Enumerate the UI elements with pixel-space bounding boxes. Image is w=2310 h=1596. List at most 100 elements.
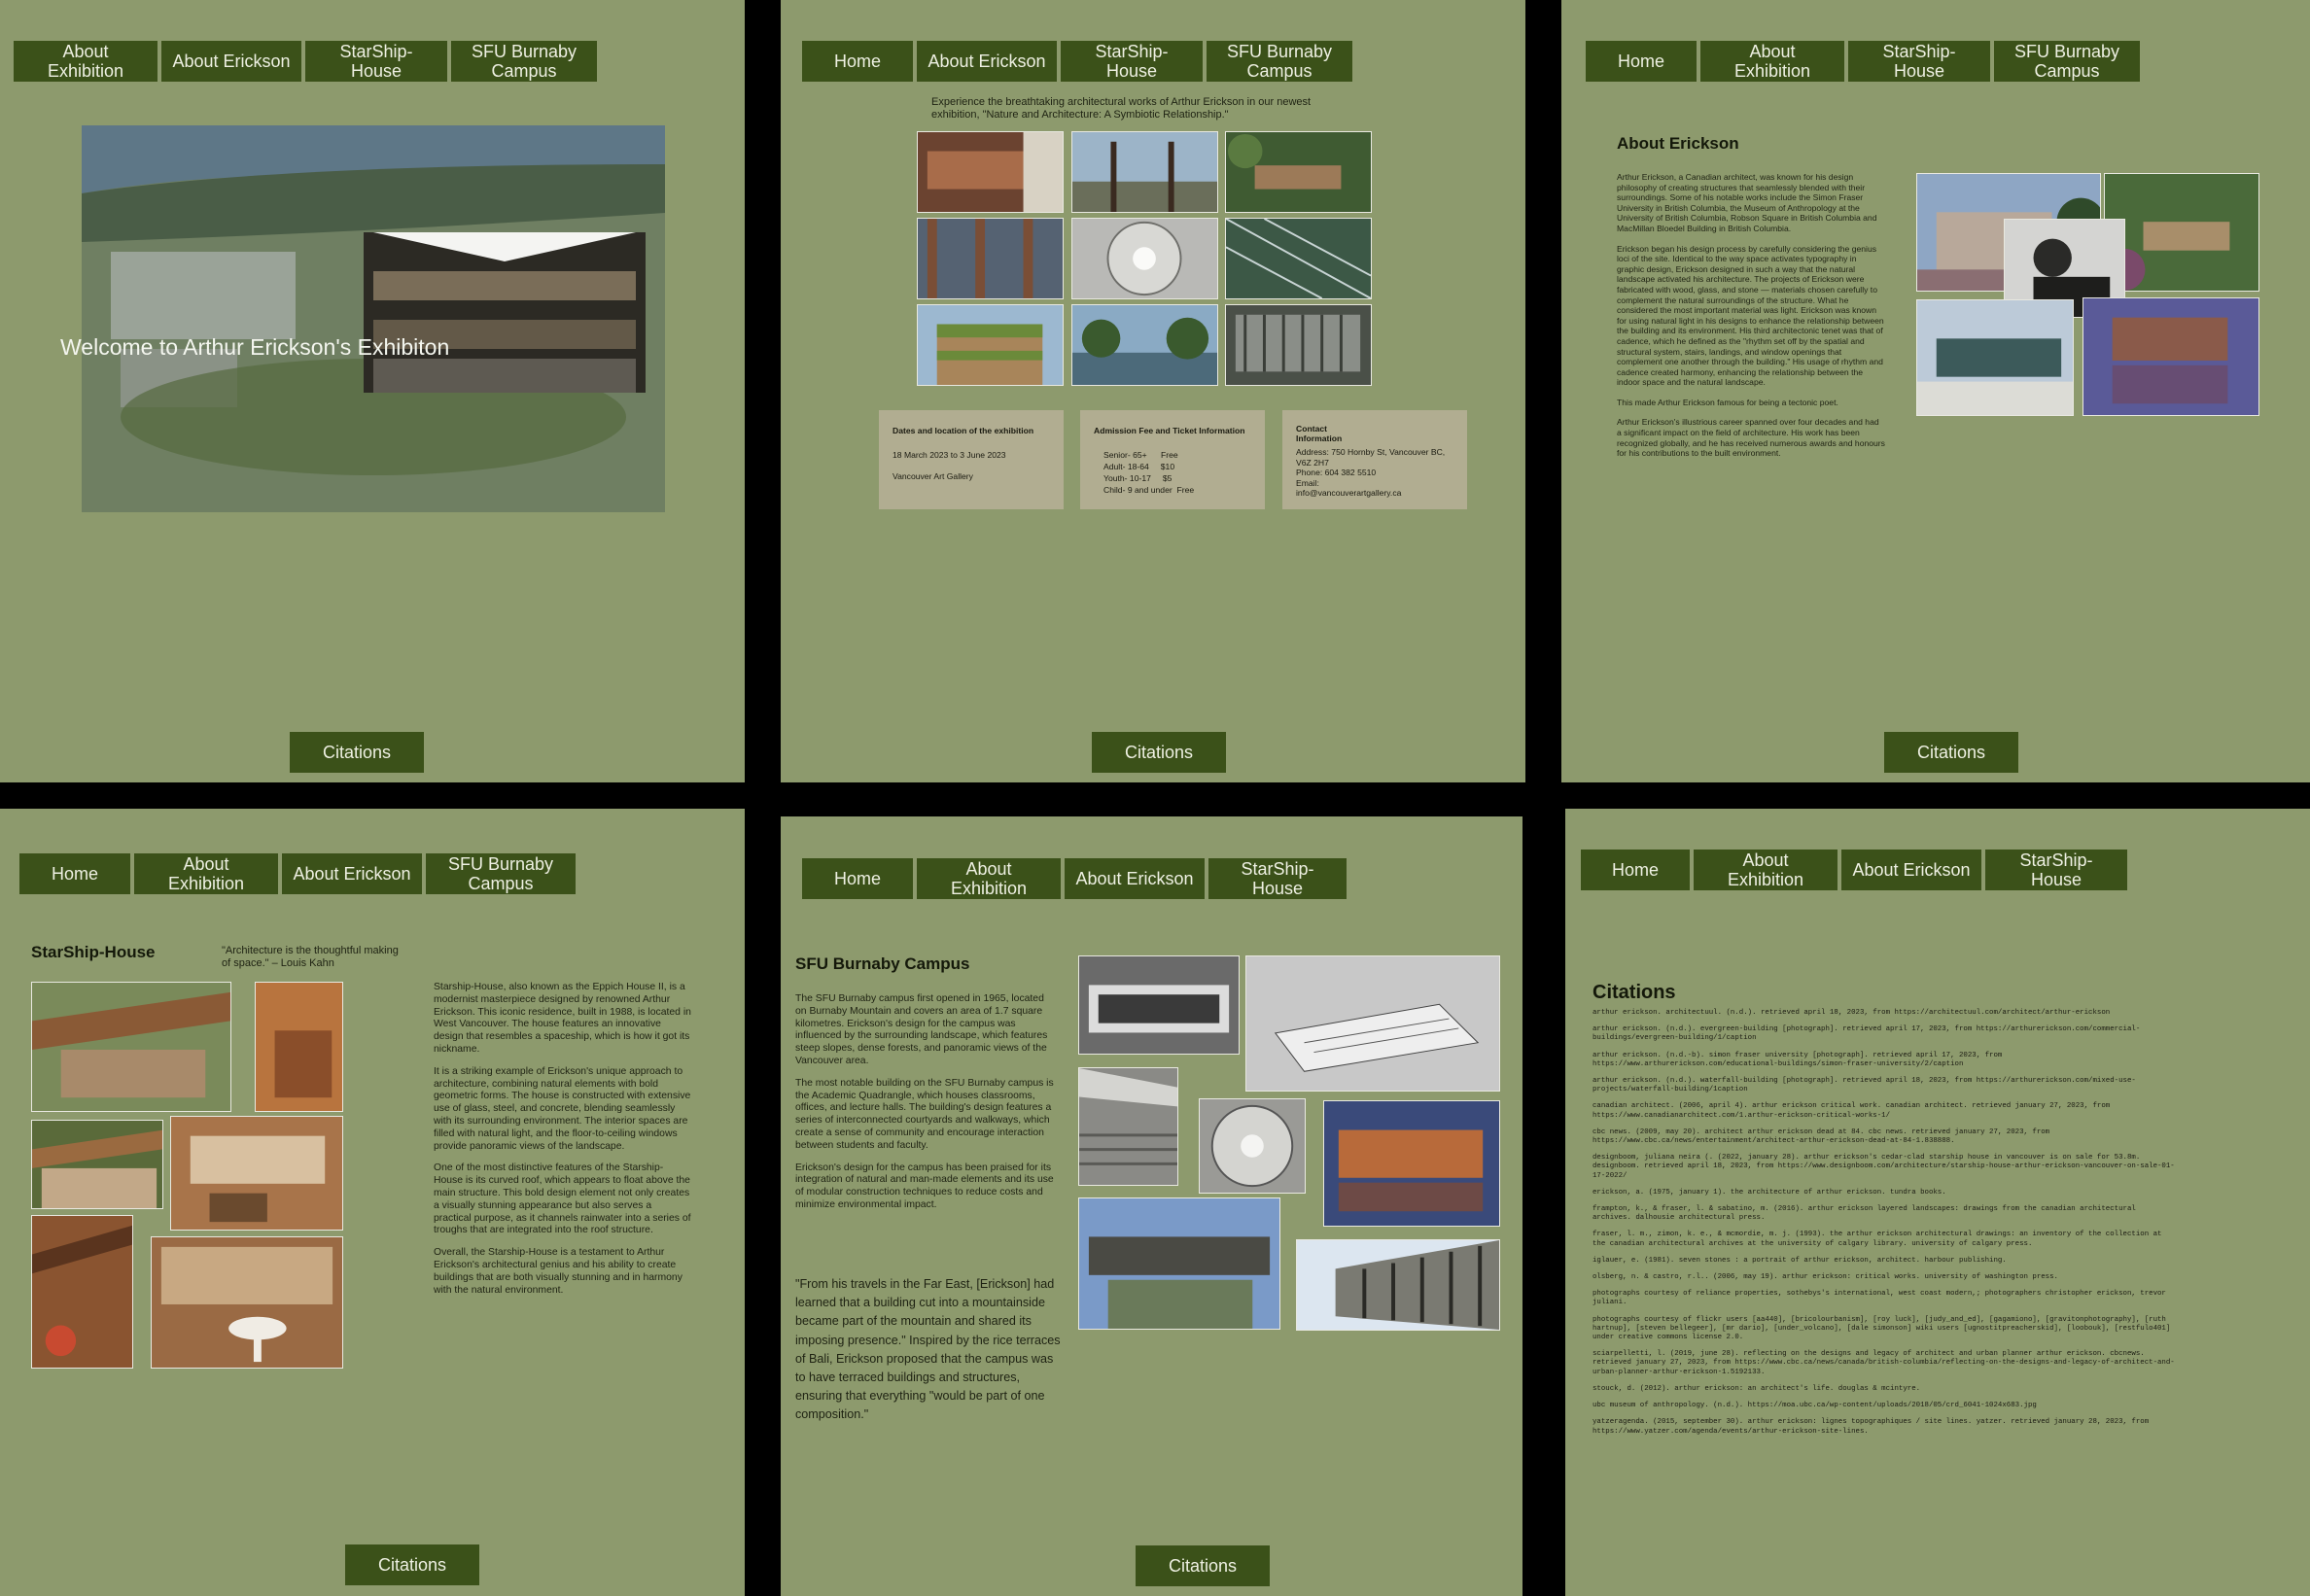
gallery-photo xyxy=(1225,131,1372,213)
home-page: About Exhibition About Erickson StarShip… xyxy=(0,0,745,782)
paragraph: The most notable building on the SFU Bur… xyxy=(795,1077,1054,1151)
exhibition-intro: Experience the breathtaking architectura… xyxy=(931,96,1379,121)
citation-entry: olsberg, n. & castro, r.l.. (2006, may 1… xyxy=(1592,1273,2058,1282)
paragraph: Arthur Erickson's illustrious career spa… xyxy=(1617,417,1885,459)
section-title: StarShip-House xyxy=(31,943,156,961)
campus-photo xyxy=(1078,955,1240,1055)
citation-entry: sciarpelletti, l. (2019, june 28). refle… xyxy=(1592,1350,2175,1376)
citation-entry: stouck, d. (2012). arthur erickson: an a… xyxy=(1592,1384,1921,1393)
house-photo xyxy=(151,1236,343,1369)
nav-about-exhibition[interactable]: About Exhibition xyxy=(917,858,1061,899)
nav-starship-house[interactable]: StarShip-House xyxy=(1985,850,2127,890)
kahn-quote: "Architecture is the thoughtful making o… xyxy=(222,945,399,969)
box-title: Admission Fee and Ticket Information xyxy=(1094,426,1245,435)
campus-photo xyxy=(1296,1239,1500,1331)
citations-nav: Home About Exhibition About Erickson Sta… xyxy=(1581,850,2127,890)
house-photo xyxy=(255,982,343,1112)
box-line: Senior- 65+ Free xyxy=(1103,450,1178,460)
welcome-heading: Welcome to Arthur Erickson's Exhibiton xyxy=(60,334,450,360)
citation-entry: arthur erickson. (n.d.). waterfall-build… xyxy=(1592,1077,2136,1094)
paragraph: Arthur Erickson, a Canadian architect, w… xyxy=(1617,172,1877,233)
nav-about-exhibition[interactable]: About Exhibition xyxy=(1700,41,1844,82)
paragraph: Erickson began his design process by car… xyxy=(1617,243,1884,388)
campus-photo xyxy=(1245,955,1500,1092)
nav-about-erickson[interactable]: About Erickson xyxy=(282,853,422,894)
box-line: info@vancouverartgallery.ca xyxy=(1296,488,1402,498)
box-line: Child- 9 and under Free xyxy=(1103,485,1195,495)
paragraph: The SFU Burnaby campus first opened in 1… xyxy=(795,993,1048,1066)
citation-entry: frampton, k., & fraser, l. & sabatino, m… xyxy=(1592,1205,2136,1223)
campus-photo xyxy=(1078,1067,1178,1186)
nav-about-erickson[interactable]: About Erickson xyxy=(1065,858,1205,899)
gallery-photo xyxy=(1071,304,1218,386)
box-line: Youth- 10-17 $5 xyxy=(1103,473,1172,483)
citations-page: Home About Exhibition About Erickson Sta… xyxy=(1565,809,2310,1596)
starship-body: Starship-House, also known as the Eppich… xyxy=(434,982,691,1306)
sfu-body: The SFU Burnaby campus first opened in 1… xyxy=(795,993,1058,1222)
house-photo xyxy=(31,1215,133,1369)
gallery-photo xyxy=(1225,218,1372,299)
citations-button[interactable]: Citations xyxy=(1092,732,1226,773)
box-title: Dates and location of the exhibition xyxy=(892,426,1034,435)
house-photo xyxy=(170,1116,343,1231)
about-nav: Home About Exhibition StarShip-House SFU… xyxy=(1586,41,2140,82)
gallery-photo xyxy=(917,304,1064,386)
nav-home[interactable]: Home xyxy=(802,858,913,899)
nav-about-erickson[interactable]: About Erickson xyxy=(917,41,1057,82)
nav-about-exhibition[interactable]: About Exhibition xyxy=(1694,850,1838,890)
box-line: Phone: 604 382 5510 xyxy=(1296,468,1377,477)
dates-location-box: Dates and location of the exhibition 18 … xyxy=(879,410,1064,509)
citation-entry: canadian architect. (2006, april 4). art… xyxy=(1592,1102,2111,1120)
gallery-photo xyxy=(1225,304,1372,386)
intro-line-2: exhibition, "Nature and Architecture: A … xyxy=(931,109,1229,121)
gallery-photo xyxy=(917,218,1064,299)
box-line: 18 March 2023 to 3 June 2023 xyxy=(892,450,1006,460)
starship-nav: Home About Exhibition About Erickson SFU… xyxy=(19,853,576,894)
nav-home[interactable]: Home xyxy=(1586,41,1697,82)
gallery-photo xyxy=(917,131,1064,213)
box-line: Vancouver Art Gallery xyxy=(892,471,973,481)
nav-home[interactable]: Home xyxy=(19,853,130,894)
hero-aerial-image xyxy=(82,125,665,512)
exhibition-nav: Home About Erickson StarShip-House SFU B… xyxy=(802,41,1352,82)
about-body: Arthur Erickson, a Canadian architect, w… xyxy=(1617,172,1885,468)
citation-entry: erickson, a. (1975, january 1). the arch… xyxy=(1592,1188,1946,1197)
admission-box: Admission Fee and Ticket Information Sen… xyxy=(1080,410,1265,509)
nav-sfu-burnaby[interactable]: SFU Burnaby Campus xyxy=(1207,41,1352,82)
citations-button[interactable]: Citations xyxy=(290,732,424,773)
campus-photo xyxy=(1323,1100,1500,1227)
paragraph: Starship-House, also known as the Eppich… xyxy=(434,982,691,1055)
nav-about-exhibition[interactable]: About Exhibition xyxy=(134,853,278,894)
citation-entry: arthur erickson. architectuul. (n.d.). r… xyxy=(1592,1009,2111,1017)
nav-about-exhibition[interactable]: About Exhibition xyxy=(14,41,158,82)
nav-about-erickson[interactable]: About Erickson xyxy=(161,41,301,82)
paragraph: One of the most distinctive features of … xyxy=(434,1162,691,1236)
nav-starship-house[interactable]: StarShip-House xyxy=(305,41,447,82)
nav-about-erickson[interactable]: About Erickson xyxy=(1841,850,1981,890)
nav-starship-house[interactable]: StarShip-House xyxy=(1848,41,1990,82)
box-line: Adult- 18-64 $10 xyxy=(1103,462,1175,471)
nav-sfu-burnaby[interactable]: SFU Burnaby Campus xyxy=(451,41,597,82)
citation-entry: ubc museum of anthropology. (n.d.). http… xyxy=(1592,1402,2037,1410)
citation-entry: arthur erickson. (n.d.). evergreen-build… xyxy=(1592,1025,2141,1043)
citation-entry: arthur erickson. (n.d.-b). simon fraser … xyxy=(1592,1051,2003,1068)
citations-button[interactable]: Citations xyxy=(1884,732,2018,773)
campus-photo xyxy=(1199,1098,1306,1194)
starship-house-page: Home About Exhibition About Erickson SFU… xyxy=(0,809,745,1596)
nav-home[interactable]: Home xyxy=(1581,850,1690,890)
home-nav: About Exhibition About Erickson StarShip… xyxy=(14,41,597,82)
nav-sfu-burnaby[interactable]: SFU Burnaby Campus xyxy=(426,853,576,894)
nav-starship-house[interactable]: StarShip-House xyxy=(1061,41,1203,82)
citations-button[interactable]: Citations xyxy=(345,1544,479,1585)
citations-button[interactable]: Citations xyxy=(1136,1545,1270,1586)
nav-starship-house[interactable]: StarShip-House xyxy=(1208,858,1347,899)
nav-sfu-burnaby[interactable]: SFU Burnaby Campus xyxy=(1994,41,2140,82)
paragraph: Erickson's design for the campus has bee… xyxy=(795,1162,1054,1210)
box-line: V6Z 2H7 xyxy=(1296,457,1329,468)
section-title: About Erickson xyxy=(1617,134,1739,153)
citations-title: Citations xyxy=(1592,982,1676,1003)
gallery-photo xyxy=(1071,218,1218,299)
nav-home[interactable]: Home xyxy=(802,41,913,82)
citation-entry: fraser, l. m., zimon, k. e., & mcmordie,… xyxy=(1592,1231,2162,1248)
intro-line-1: Experience the breathtaking architectura… xyxy=(931,96,1312,108)
